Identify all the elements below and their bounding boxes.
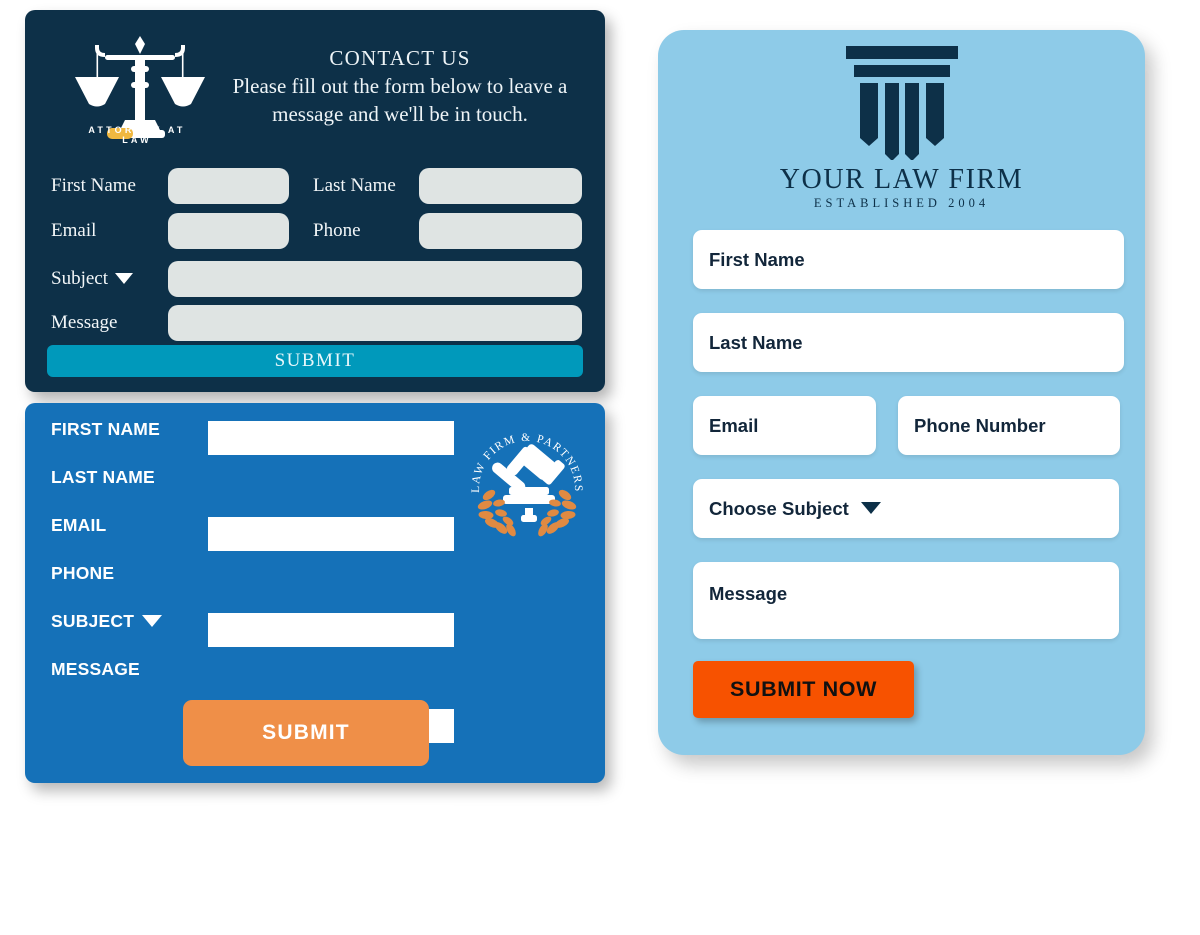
subheading-line-1: Please fill out the form below to leave … [232,74,568,98]
firm-established: ESTABLISHED 2004 [813,196,990,210]
blue-row-subject: SUBJECT [25,604,605,839]
subject-dropdown-trigger[interactable]: SUBJECT [51,604,163,638]
subject-input[interactable] [168,261,582,297]
message-label: MESSAGE [51,659,140,679]
last-name-label: LAST NAME [51,467,155,487]
choose-subject-placeholder: Choose Subject [709,498,881,520]
subheading-line-2: message and we'll be in touch. [272,102,528,126]
email-input[interactable]: Email [693,396,876,455]
message-placeholder: Message [709,583,788,604]
first-name-input[interactable] [208,421,454,455]
phone-label: PHONE [51,563,115,583]
chevron-down-icon [860,502,881,515]
blue-row-message: MESSAGE [25,652,605,935]
first-name-placeholder: First Name [709,248,805,270]
submit-button[interactable]: SUBMIT [47,345,583,377]
contact-form-templates-canvas: ATTORNEY AT LAW CONTACT US Please fill o… [0,0,1200,935]
page-title: CONTACT US [329,46,471,70]
first-name-input[interactable]: First Name [693,230,1124,289]
chevron-down-icon [115,273,133,285]
message-input[interactable]: Message [693,562,1119,639]
email-placeholder: Email [709,414,759,436]
blue-row-phone: PHONE [25,556,605,743]
choose-subject-dropdown[interactable]: Choose Subject [693,479,1119,538]
last-name-placeholder: Last Name [709,331,803,353]
gavel-laurel-badge-icon: LAW FIRM & PARTNERS [465,415,589,539]
last-name-input[interactable]: Last Name [693,313,1124,372]
phone-label: Phone [313,220,361,241]
email-input[interactable] [168,213,289,249]
first-name-label: FIRST NAME [51,419,160,439]
phone-input[interactable] [419,213,582,249]
choose-subject-text: Choose Subject [709,497,849,519]
navy-row-message: Message [25,305,605,341]
navy-card-heading-block: CONTACT US Please fill out the form belo… [200,44,600,128]
message-input[interactable] [168,305,582,341]
firm-name: YOUR LAW FIRM [779,164,1024,195]
submit-now-button[interactable]: SUBMIT NOW [693,661,914,718]
chevron-down-icon [142,615,163,628]
email-label: EMAIL [51,515,107,535]
subject-label: SUBJECT [51,611,135,631]
subject-input[interactable] [208,805,454,839]
navy-row-names: First Name Last Name [25,168,605,204]
law-pillar-icon [840,42,964,161]
subject-label: Subject [51,268,108,289]
subject-dropdown-trigger[interactable]: Subject [51,261,133,297]
submit-button[interactable]: SUBMIT [183,700,429,766]
first-name-label: First Name [51,175,136,196]
scales-logo-caption: ATTORNEY AT LAW [88,125,186,145]
last-name-label: Last Name [313,175,396,196]
navy-row-contact: Email Phone [25,213,605,249]
phone-number-input[interactable]: Phone Number [898,396,1120,455]
navy-row-subject: Subject [25,261,605,297]
phone-number-placeholder: Phone Number [914,414,1046,436]
first-name-input[interactable] [168,168,289,204]
email-label: Email [51,220,97,241]
message-label: Message [51,312,118,333]
message-input[interactable] [208,901,454,935]
last-name-input[interactable] [419,168,582,204]
navy-card-header: ATTORNEY AT LAW CONTACT US Please fill o… [25,10,605,150]
navy-contact-card: ATTORNEY AT LAW CONTACT US Please fill o… [25,10,605,392]
